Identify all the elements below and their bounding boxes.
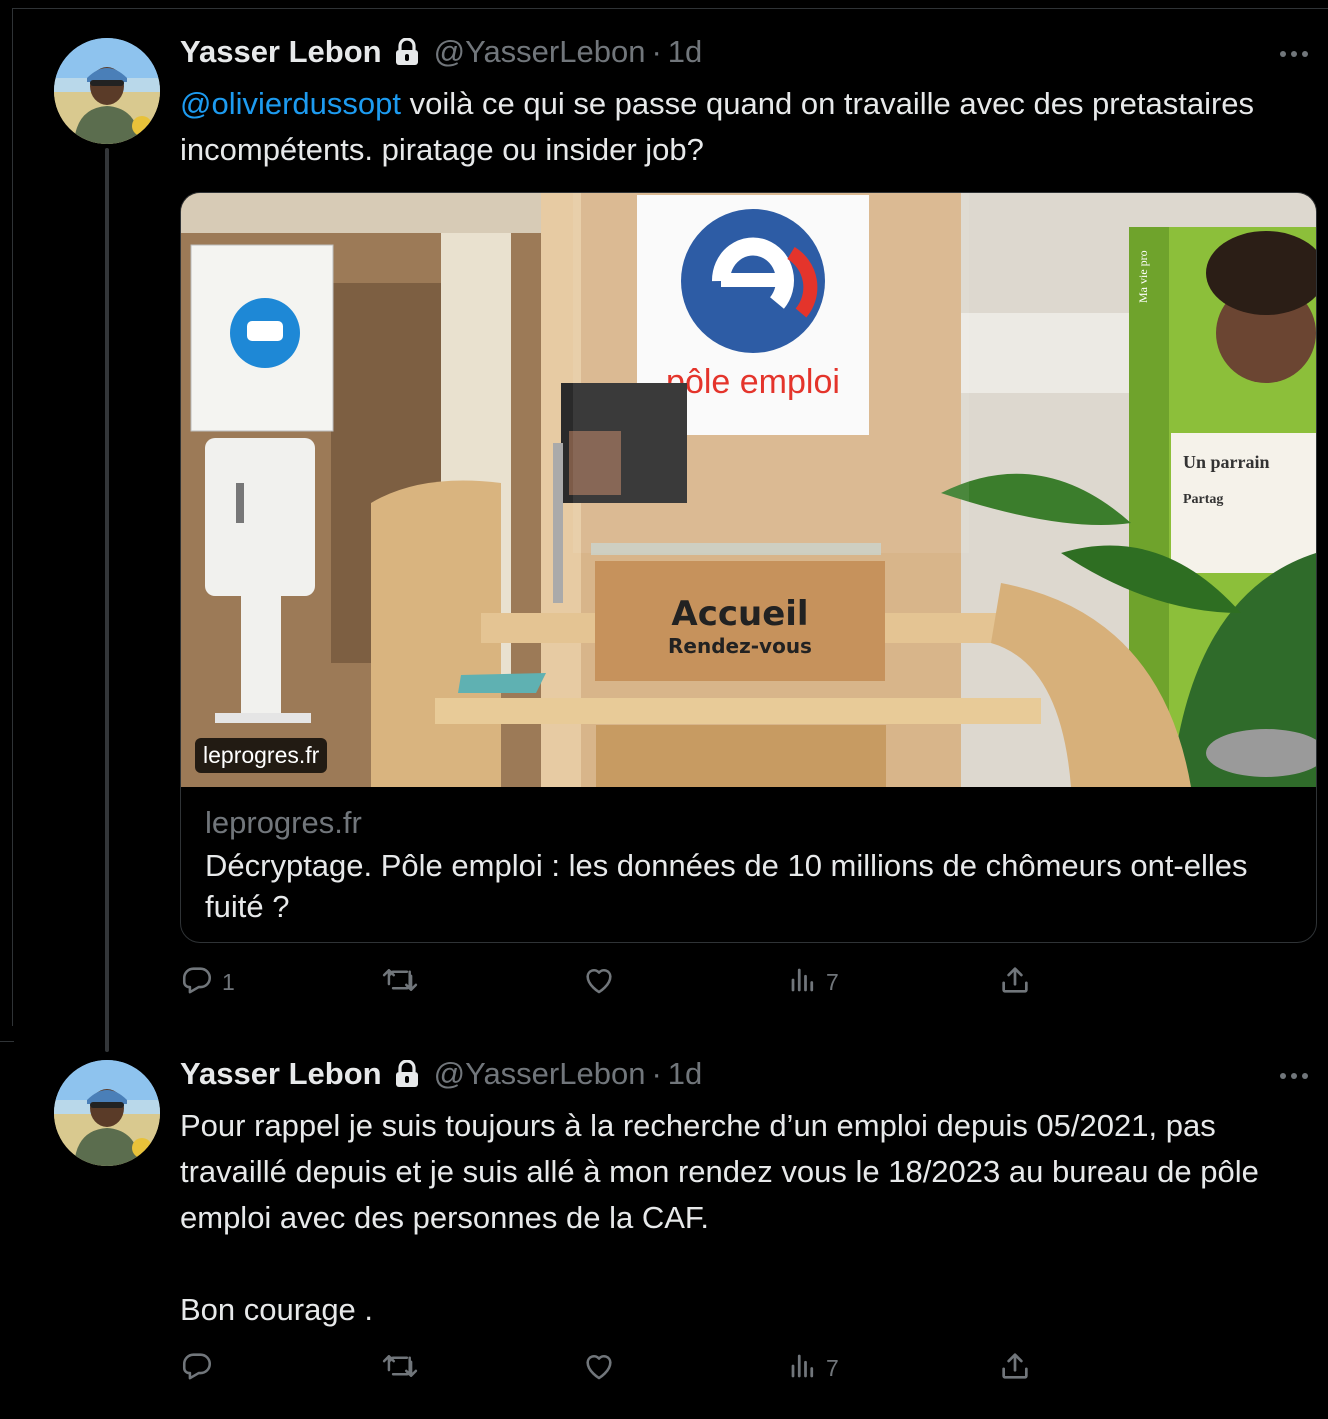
more-icon[interactable] [1274,1056,1314,1096]
sign-sub: Rendez-vous [668,634,812,658]
tweet-paragraph: Pour rappel je suis toujours à la recher… [180,1108,1259,1235]
tweet-header: Yasser Lebon @YasserLebon · 1d [180,32,702,72]
tweet-actions: 7 [180,1348,1050,1388]
thread-connector [105,148,109,1052]
author-name[interactable]: Yasser Lebon [180,1056,382,1092]
timeline: Yasser Lebon @YasserLebon · 1d @olivierd… [0,0,1328,1419]
tweet-text: @olivierdussopt voilà ce qui se passe qu… [180,81,1310,173]
tweet-paragraph: Bon courage . [180,1292,374,1327]
card-domain: leprogres.fr [205,805,362,840]
lock-icon [394,1060,420,1088]
link-card[interactable]: pôle emploi Ma vie pro Un parrain Partag [180,192,1317,943]
views-count: 7 [826,1354,839,1381]
separator: · [651,1056,662,1091]
tweet-actions: 1 7 [180,962,1050,1002]
views-button[interactable]: 7 [788,962,839,1002]
poster-vertical-text: Ma vie pro [1136,250,1150,303]
tweet[interactable]: Yasser Lebon @YasserLebon · 1d Pour rapp… [0,1042,1328,1419]
poster-line-2: Partag [1183,492,1223,507]
views-count: 7 [826,968,839,995]
like-icon [582,1349,616,1388]
more-icon[interactable] [1274,34,1314,74]
reply-icon [180,1349,214,1388]
reply-count: 1 [222,968,235,995]
card-title: Décryptage. Pôle emploi : les données de… [205,848,1248,924]
views-icon [788,965,818,1000]
share-icon [998,963,1032,1002]
share-icon [998,1349,1032,1388]
reply-button[interactable] [180,1348,214,1388]
retweet-button[interactable] [382,962,418,1002]
retweet-icon [382,1349,418,1388]
tweet-text: Pour rappel je suis toujours à la recher… [180,1103,1310,1333]
author-handle[interactable]: @YasserLebon [434,34,646,70]
author-handle[interactable]: @YasserLebon [434,1056,646,1092]
share-button[interactable] [998,962,1032,1002]
card-source-badge: leprogres.fr [195,738,328,773]
views-icon [788,1351,818,1386]
card-image[interactable]: pôle emploi Ma vie pro Un parrain Partag [181,193,1316,787]
poster-line-1: Un parrain [1183,452,1270,472]
retweet-button[interactable] [382,1348,418,1388]
avatar[interactable] [54,38,160,144]
reply-button[interactable]: 1 [180,962,235,1002]
like-button[interactable] [582,1348,616,1388]
like-icon [582,963,616,1002]
separator: · [651,34,662,69]
timestamp[interactable]: 1d [668,34,702,70]
views-button[interactable]: 7 [788,1348,839,1388]
share-button[interactable] [998,1348,1032,1388]
reply-icon [180,963,214,1002]
timestamp[interactable]: 1d [668,1056,702,1092]
author-name[interactable]: Yasser Lebon [180,34,382,70]
lock-icon [394,38,420,66]
sign-main: Accueil [671,594,808,634]
avatar[interactable] [54,1060,160,1166]
retweet-icon [382,963,418,1002]
tweet-header: Yasser Lebon @YasserLebon · 1d [180,1054,702,1094]
tweet[interactable]: Yasser Lebon @YasserLebon · 1d @olivierd… [0,0,1328,1052]
mention-link[interactable]: @olivierdussopt [180,86,401,121]
like-button[interactable] [582,962,616,1002]
